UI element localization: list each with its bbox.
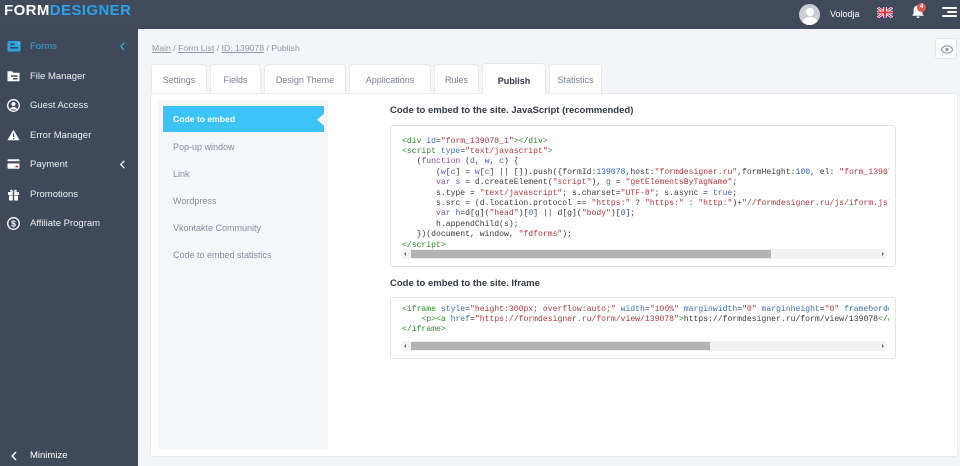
svg-text:$: $ bbox=[11, 218, 16, 228]
